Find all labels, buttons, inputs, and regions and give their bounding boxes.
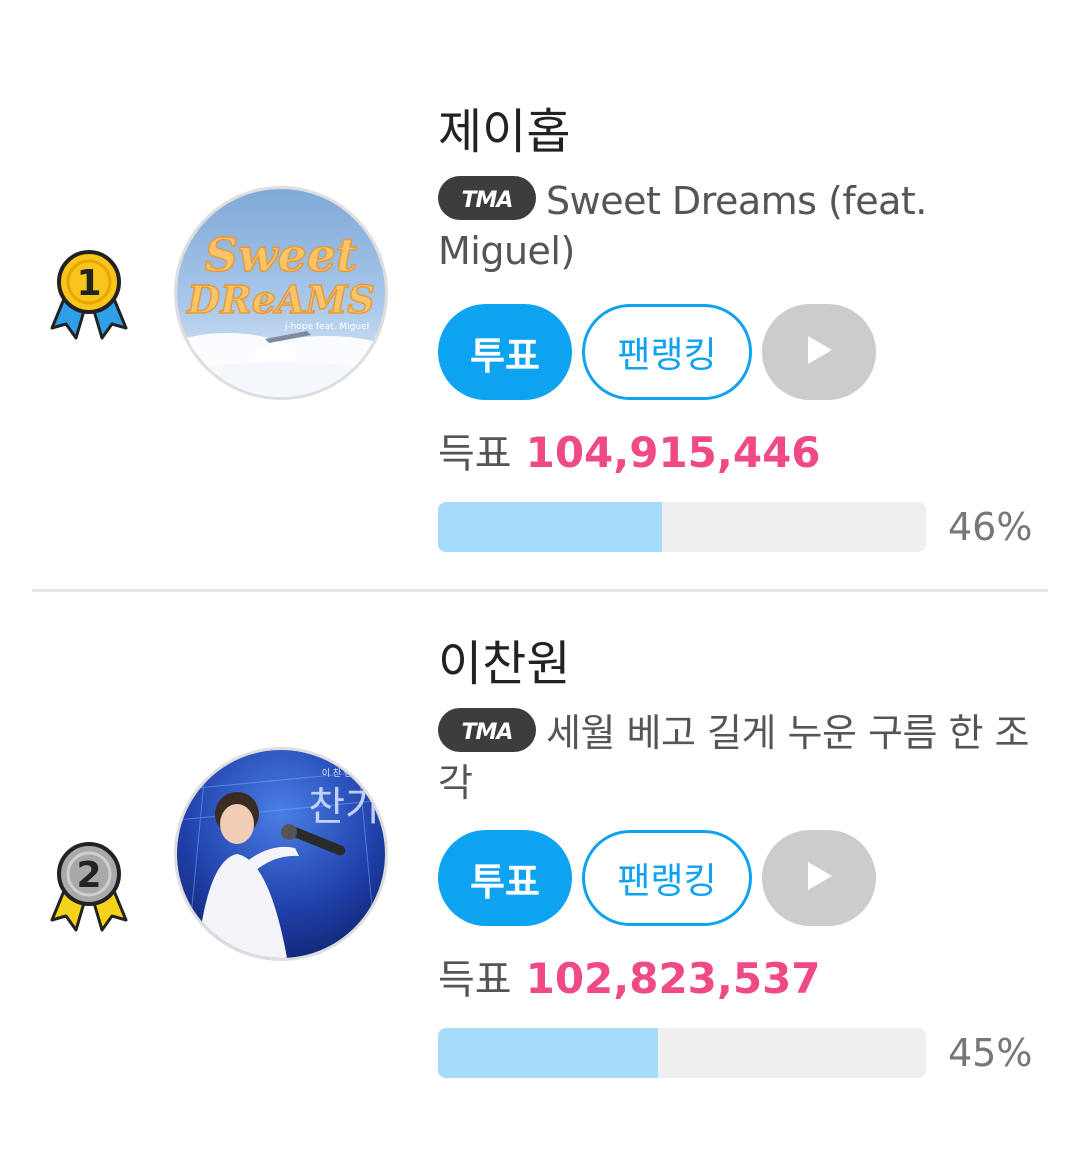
votes-row: 득표 102,823,537 (438, 952, 1058, 1006)
percent-label: 46% (948, 505, 1033, 549)
percent-label: 45% (948, 1031, 1033, 1075)
album-title-line1: Sweet (205, 228, 358, 282)
play-icon (804, 860, 834, 896)
artist-name[interactable]: 제이홉 (438, 100, 1058, 164)
play-button[interactable] (762, 830, 876, 926)
action-buttons: 투표 팬랭킹 (438, 830, 1058, 926)
votes-count: 104,915,446 (525, 428, 821, 477)
ranking-entry-2: 2 이 찬 원 찬가 이찬원 TMA 세월 베고 길게 누운 구름 한 조각 투… (0, 592, 1080, 1173)
fan-ranking-button[interactable]: 팬랭킹 (582, 304, 752, 400)
song-row: TMA 세월 베고 길게 누운 구름 한 조각 (438, 707, 1048, 808)
album-cover[interactable]: 이 찬 원 찬가 (174, 747, 388, 961)
song-row: TMA Sweet Dreams (feat. Miguel) (438, 175, 1058, 276)
play-button[interactable] (762, 304, 876, 400)
gold-medal-icon: 1 (44, 246, 134, 346)
votes-label: 득표 (438, 957, 512, 1003)
medal-rank-number: 2 (76, 855, 101, 896)
votes-count: 102,823,537 (525, 954, 821, 1003)
progress-bar (438, 1028, 926, 1078)
album-title-line2: DReAMS (186, 277, 375, 322)
progress-fill (438, 502, 663, 552)
progress-bar (438, 502, 926, 552)
votes-label: 득표 (438, 431, 512, 477)
vote-button[interactable]: 투표 (438, 830, 572, 926)
fan-ranking-button[interactable]: 팬랭킹 (582, 830, 752, 926)
album-artist-text: 이 찬 원 (322, 768, 353, 779)
medal-rank-number: 1 (76, 263, 101, 304)
play-icon (804, 334, 834, 370)
vote-button[interactable]: 투표 (438, 304, 572, 400)
album-credit: j-hope feat. Miguel (284, 322, 369, 332)
tma-badge-icon: TMA (438, 175, 536, 220)
action-buttons: 투표 팬랭킹 (438, 304, 1058, 400)
vote-share: 46% (438, 502, 1058, 552)
svg-text:TMA: TMA (462, 188, 513, 213)
svg-text:TMA: TMA (462, 720, 513, 745)
tma-badge-icon: TMA (438, 707, 536, 752)
entry-info: 제이홉 TMA Sweet Dreams (feat. Miguel) 투표 팬… (438, 100, 1058, 552)
album-title-text: 찬가 (308, 784, 382, 830)
entry-info: 이찬원 TMA 세월 베고 길게 누운 구름 한 조각 투표 팬랭킹 득표 102… (438, 632, 1058, 1078)
ranking-entry-1: 1 Sweet DReAMS j-hope feat. Miguel 제이홉 T… (0, 0, 1080, 590)
votes-row: 득표 104,915,446 (438, 426, 1058, 480)
artist-name[interactable]: 이찬원 (438, 632, 1058, 696)
vote-share: 45% (438, 1028, 1058, 1078)
progress-fill (438, 1028, 658, 1078)
silver-medal-icon: 2 (44, 838, 134, 938)
album-cover[interactable]: Sweet DReAMS j-hope feat. Miguel (174, 186, 388, 400)
